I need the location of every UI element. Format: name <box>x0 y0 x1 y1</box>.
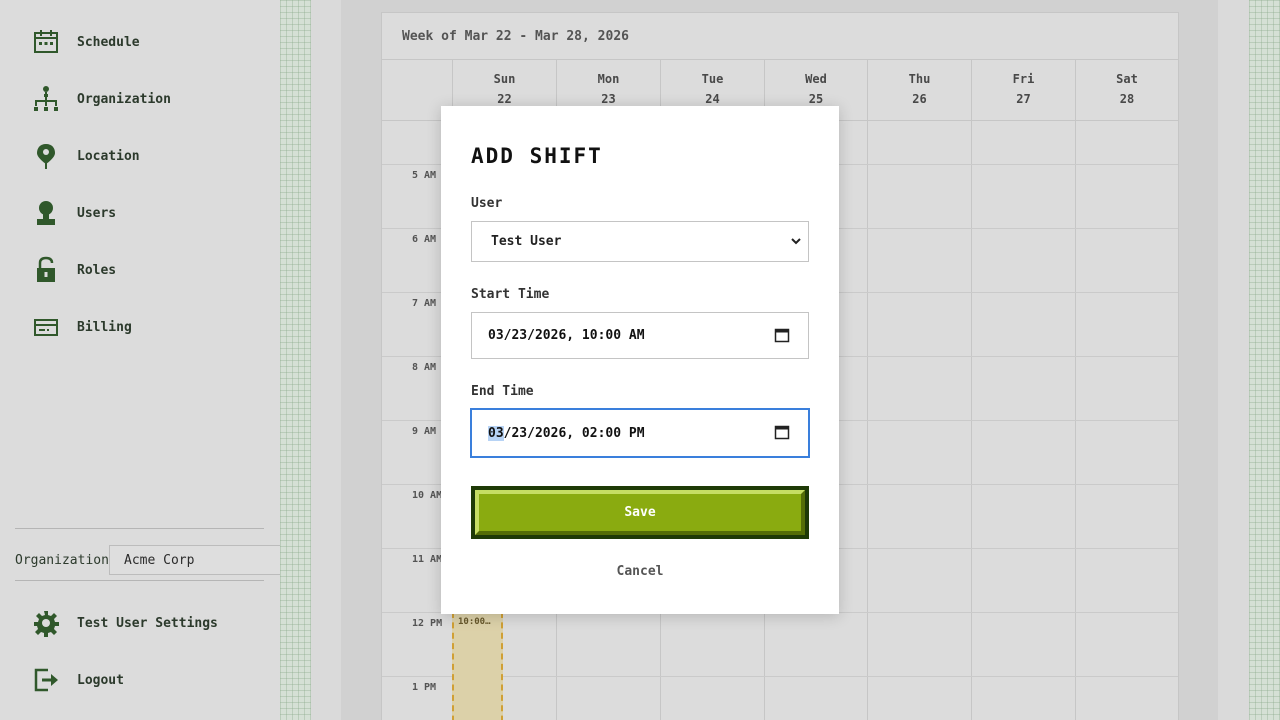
user-field-label: User <box>471 196 503 211</box>
add-shift-dialog: Add Shift User Test User Start Time 03/2… <box>441 106 839 614</box>
end-time-label: End Time <box>471 384 534 399</box>
calendar-picker-icon[interactable] <box>774 424 790 440</box>
calendar-picker-icon[interactable] <box>774 327 790 343</box>
save-button[interactable]: Save <box>471 486 809 539</box>
start-time-input[interactable]: 03/23/2026, 10:00 AM <box>471 312 809 359</box>
chevron-down-icon <box>791 238 801 245</box>
end-time-input[interactable]: 03/23/2026, 02:00 PM <box>470 408 810 458</box>
end-time-month[interactable]: 03 <box>488 425 504 441</box>
user-select-value: Test User <box>491 234 562 249</box>
save-button-label: Save <box>475 490 805 535</box>
user-select[interactable]: Test User <box>471 221 809 262</box>
dialog-title: Add Shift <box>471 144 603 168</box>
end-time-value: /23/2026, 02:00 PM <box>503 425 645 441</box>
start-time-label: Start Time <box>471 287 550 302</box>
start-time-value: 03/23/2026, 10:00 AM <box>488 328 645 343</box>
cancel-button[interactable]: Cancel <box>441 564 839 579</box>
